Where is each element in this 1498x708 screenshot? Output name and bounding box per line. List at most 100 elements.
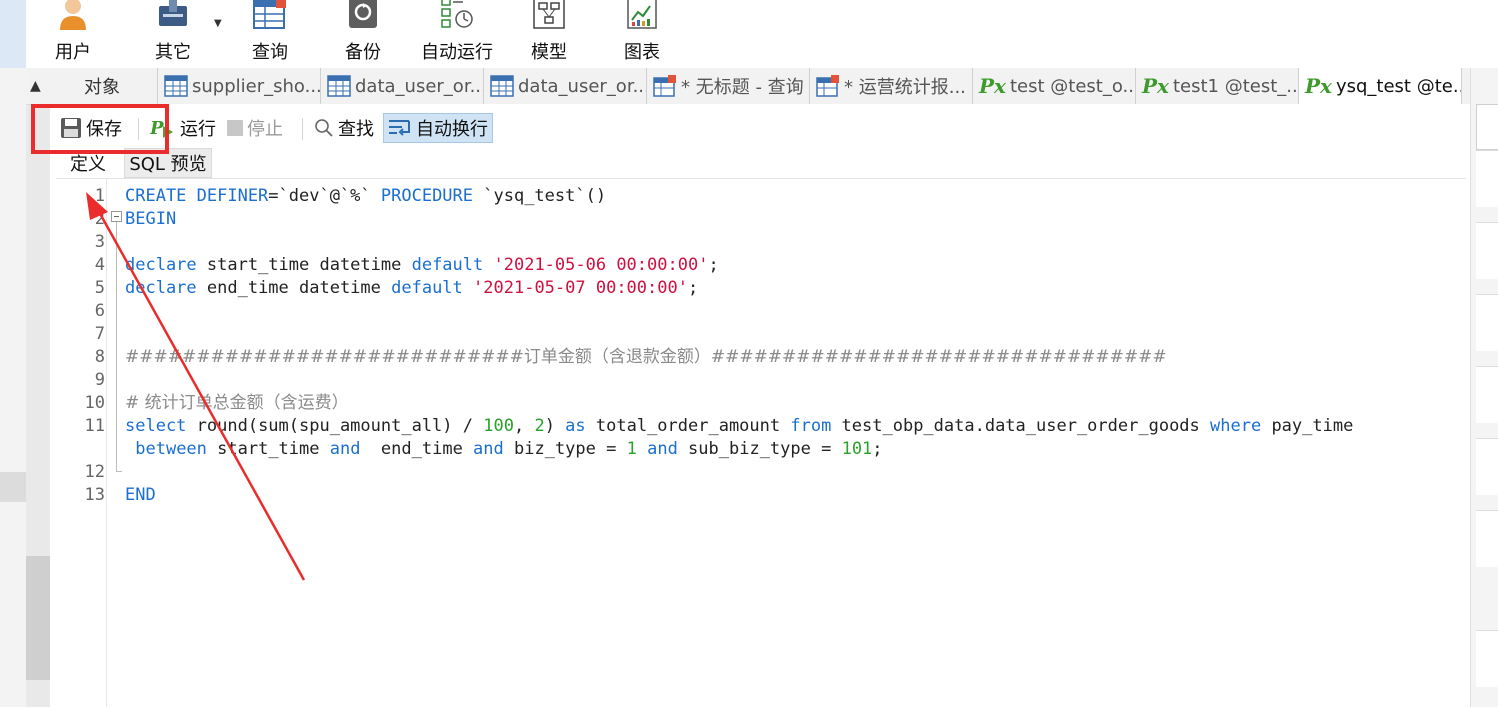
code-token-num: 101 [841, 439, 873, 459]
chevron-down-icon[interactable]: ▼ [214, 18, 222, 29]
code-line[interactable]: 5 declare end_time datetime default '2021… [56, 277, 1456, 300]
user-icon [60, 0, 86, 30]
ribbon-label-user: 用户 [55, 42, 91, 63]
run-button-label: 运行 [180, 119, 216, 140]
ribbon-backup-button[interactable]: 备份 [336, 0, 390, 68]
right-panel-row[interactable] [1476, 510, 1498, 567]
right-panel-button[interactable] [1476, 104, 1498, 150]
other-icon [159, 0, 187, 26]
code-token-plain: biz_type = [503, 439, 627, 459]
fold-toggle-icon[interactable] [111, 211, 122, 222]
code-token-plain: round(sum(spu_amount_all) / [186, 416, 484, 436]
tab-untitled-query[interactable]: * 无标题 - 查询 [647, 68, 810, 104]
tab-data-user-or-1[interactable]: data_user_or... [321, 68, 484, 104]
line-number: 1 [94, 186, 105, 206]
query-icon [253, 0, 286, 29]
ribbon-label-chart: 图表 [624, 42, 660, 63]
line-number: 10 [84, 393, 105, 413]
code-token-kw: select [125, 416, 187, 436]
code-line[interactable]: 9 [56, 369, 1456, 392]
tab-ysq-test-procedure[interactable]: Px ysq_test @te... [1299, 68, 1462, 104]
find-button[interactable]: 查找 [314, 113, 374, 143]
code-token-kw: as [565, 416, 586, 436]
code-line[interactable]: 3 [56, 231, 1456, 254]
code-line[interactable]: 12 [56, 461, 1456, 484]
code-token-kw: PROCEDURE [380, 186, 474, 206]
editor-tab-strip: ▲ 对象 supplier_sho... data_user_or... dat… [26, 68, 1470, 105]
tab-label: test1 @test_... [1172, 75, 1299, 97]
code-token-num: 1 [626, 439, 637, 459]
tab-label: test @test_o... [1009, 75, 1136, 97]
tab-label: supplier_sho... [192, 75, 321, 97]
right-panel-row[interactable] [1476, 630, 1498, 687]
query-icon [653, 75, 676, 97]
ribbon-label-query: 查询 [252, 42, 288, 63]
code-token-cmt: # 统计订单总金额（含运费） [125, 393, 349, 413]
code-token-plain: start_time datetime [196, 255, 412, 275]
line-number: 3 [94, 232, 105, 252]
tab-objects[interactable]: ▲ 对象 [26, 68, 158, 104]
word-wrap-icon [389, 120, 410, 136]
collapse-up-icon[interactable]: ▲ [30, 78, 52, 94]
fold-range-end [116, 471, 122, 472]
vertical-scrollbar-thumb[interactable] [26, 556, 50, 680]
code-token-plain: start_time [206, 439, 330, 459]
tab-test-procedure[interactable]: Px test @test_o... [973, 68, 1136, 104]
line-number: 9 [94, 370, 105, 390]
code-token-str: '2021-05-06 00:00:00' [493, 255, 709, 275]
stop-button[interactable]: 停止 [227, 113, 283, 143]
code-text: declare start_time datetime default '202… [125, 254, 719, 277]
find-button-label: 查找 [338, 119, 374, 140]
chart-icon [627, 0, 657, 29]
code-line[interactable]: 1 CREATE DEFINER=`dev`@`%` PROCEDURE `ysq… [56, 185, 1456, 208]
tab-objects-label: 对象 [84, 77, 120, 98]
code-line[interactable]: 13 END [56, 484, 1456, 507]
code-token-kw: between [135, 439, 207, 459]
navigation-selected-row[interactable] [0, 472, 26, 502]
code-token-plain: sub_biz_type = [677, 439, 842, 459]
code-text: BEGIN [125, 208, 176, 231]
query-icon [816, 75, 839, 97]
code-text: END [125, 484, 156, 507]
tab-supplier-sho[interactable]: supplier_sho... [158, 68, 321, 104]
tab-test1-procedure[interactable]: Px test1 @test_... [1136, 68, 1299, 104]
editor-toolbar: 保存 P 运行 停止 查找 自动换行 [50, 104, 1470, 150]
code-token-kw: and [473, 439, 504, 459]
ribbon-label-auto-run: 自动运行 [421, 42, 493, 63]
code-line[interactable]: 2 BEGIN [56, 208, 1456, 231]
code-token-plain: ; [708, 255, 719, 275]
ribbon-query-button[interactable]: 查询 [244, 0, 296, 68]
code-line[interactable]: 4 declare start_time datetime default '20… [56, 254, 1456, 277]
ribbon-chart-button[interactable]: 图表 [616, 0, 668, 68]
ribbon-other-button[interactable]: 其它 [145, 0, 201, 68]
ribbon-user-button[interactable]: 用户 [44, 0, 102, 68]
ribbon-auto-run-button[interactable]: 自动运行 [414, 0, 500, 68]
toolbar-divider [302, 118, 303, 140]
code-token-plain: end_time [360, 439, 474, 459]
code-token-kw: where [1210, 416, 1262, 436]
right-panel-row[interactable] [1476, 438, 1498, 495]
line-number: 6 [94, 301, 105, 321]
ribbon-model-button[interactable]: 模型 [524, 0, 574, 68]
right-panel-row[interactable] [1476, 294, 1498, 351]
code-line[interactable]: 6 [56, 300, 1456, 323]
word-wrap-toggle[interactable]: 自动换行 [383, 113, 493, 143]
code-line[interactable]: 8 ############################订单金额（含退款金额）… [56, 346, 1456, 369]
code-line[interactable]: 10 # 统计订单总金额（含运费） [56, 392, 1456, 415]
code-token-kw: declare [125, 278, 197, 298]
line-number: 8 [94, 347, 105, 367]
code-line[interactable]: 11 select round(sum(spu_amount_all) / 100… [56, 415, 1456, 438]
right-panel-row[interactable] [1476, 150, 1498, 207]
sql-code-editor[interactable]: 1 CREATE DEFINER=`dev`@`%` PROCEDURE `ysq… [56, 178, 1466, 708]
code-token-kw: default [411, 255, 484, 275]
code-line[interactable]: 7 [56, 323, 1456, 346]
right-panel-row[interactable] [1476, 366, 1498, 423]
word-wrap-label: 自动换行 [416, 119, 488, 140]
tab-data-user-or-2[interactable]: data_user_or... [484, 68, 647, 104]
right-panel-row[interactable] [1476, 222, 1498, 279]
code-text: # 统计订单总金额（含运费） [125, 392, 349, 415]
line-number: 5 [94, 278, 105, 298]
tab-ops-report[interactable]: * 运营统计报... [810, 68, 973, 104]
code-line[interactable]: between start_time and end_time and biz_… [56, 438, 1456, 461]
